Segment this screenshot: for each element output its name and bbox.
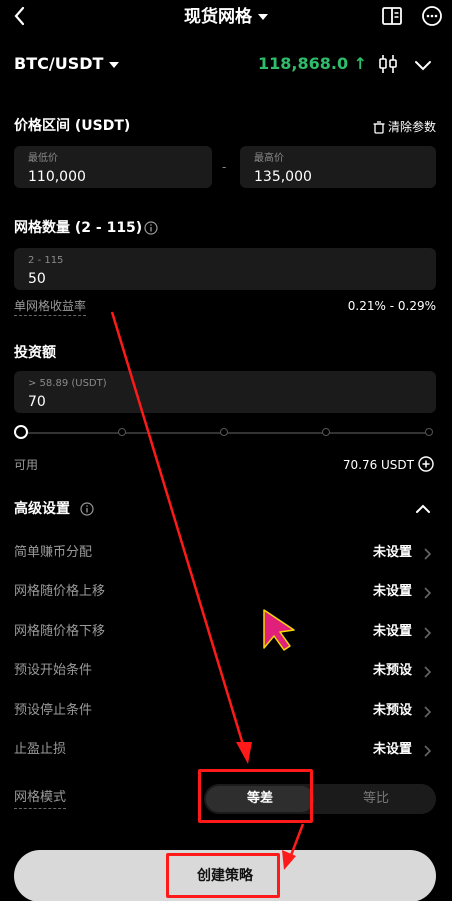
grid-mode-geometric[interactable]: 等比 (320, 786, 432, 812)
caret-down-icon (258, 14, 268, 20)
grid-profit-value: 0.21% - 0.29% (347, 299, 436, 313)
pair-selector[interactable]: BTC/USDT (14, 52, 120, 76)
slider-stop[interactable] (322, 428, 330, 436)
chevron-right-icon (424, 745, 432, 757)
last-price: 118,868.0 ↑ (258, 54, 368, 73)
annotation-box (166, 853, 280, 898)
advanced-settings-label[interactable]: 高级设置 (14, 499, 70, 519)
price-range-label: 价格区间 (USDT) (14, 118, 131, 134)
chevron-right-icon (424, 706, 432, 718)
range-separator: - (222, 160, 227, 174)
chevron-down-icon[interactable] (412, 54, 434, 76)
candlestick-chart-icon[interactable] (376, 52, 400, 76)
annotation-arrowhead (236, 742, 252, 764)
grid-count-label: 网格数量 (2 - 115) (14, 220, 143, 236)
slider-stop[interactable] (220, 428, 228, 436)
chevron-right-icon (424, 627, 432, 639)
slider-stop[interactable] (118, 428, 126, 436)
mouse-cursor-icon (263, 609, 295, 651)
add-funds-icon[interactable] (418, 456, 434, 472)
info-icon[interactable] (80, 502, 94, 516)
book-icon[interactable] (380, 4, 404, 28)
caret-down-icon (109, 61, 120, 68)
max-price-input[interactable]: 最高价 135,000 (240, 146, 436, 188)
clear-params-button[interactable]: 清除参数 (373, 118, 436, 136)
info-icon[interactable] (144, 221, 158, 235)
min-price-input[interactable]: 最低价 110,000 (14, 146, 212, 188)
grid-count-input[interactable]: 2 - 115 50 (14, 248, 436, 290)
chevron-right-icon (424, 666, 432, 678)
chevron-up-icon[interactable] (414, 501, 432, 517)
annotation-box (198, 769, 313, 823)
grid-mode-label[interactable]: 网格模式 (14, 788, 67, 809)
trash-icon (373, 120, 385, 134)
slider-stop[interactable] (425, 428, 433, 436)
investment-slider-thumb[interactable] (14, 425, 28, 439)
chevron-right-icon (424, 587, 432, 599)
more-icon[interactable] (418, 4, 446, 28)
available-label: 可用 (14, 458, 39, 472)
investment-input[interactable]: > 58.89 (USDT) 70 (14, 371, 436, 413)
grid-profit-label[interactable]: 单网格收益率 (14, 297, 87, 316)
investment-label: 投资额 (14, 345, 56, 361)
available-value: 70.76 USDT (342, 458, 414, 472)
chevron-right-icon (424, 548, 432, 560)
